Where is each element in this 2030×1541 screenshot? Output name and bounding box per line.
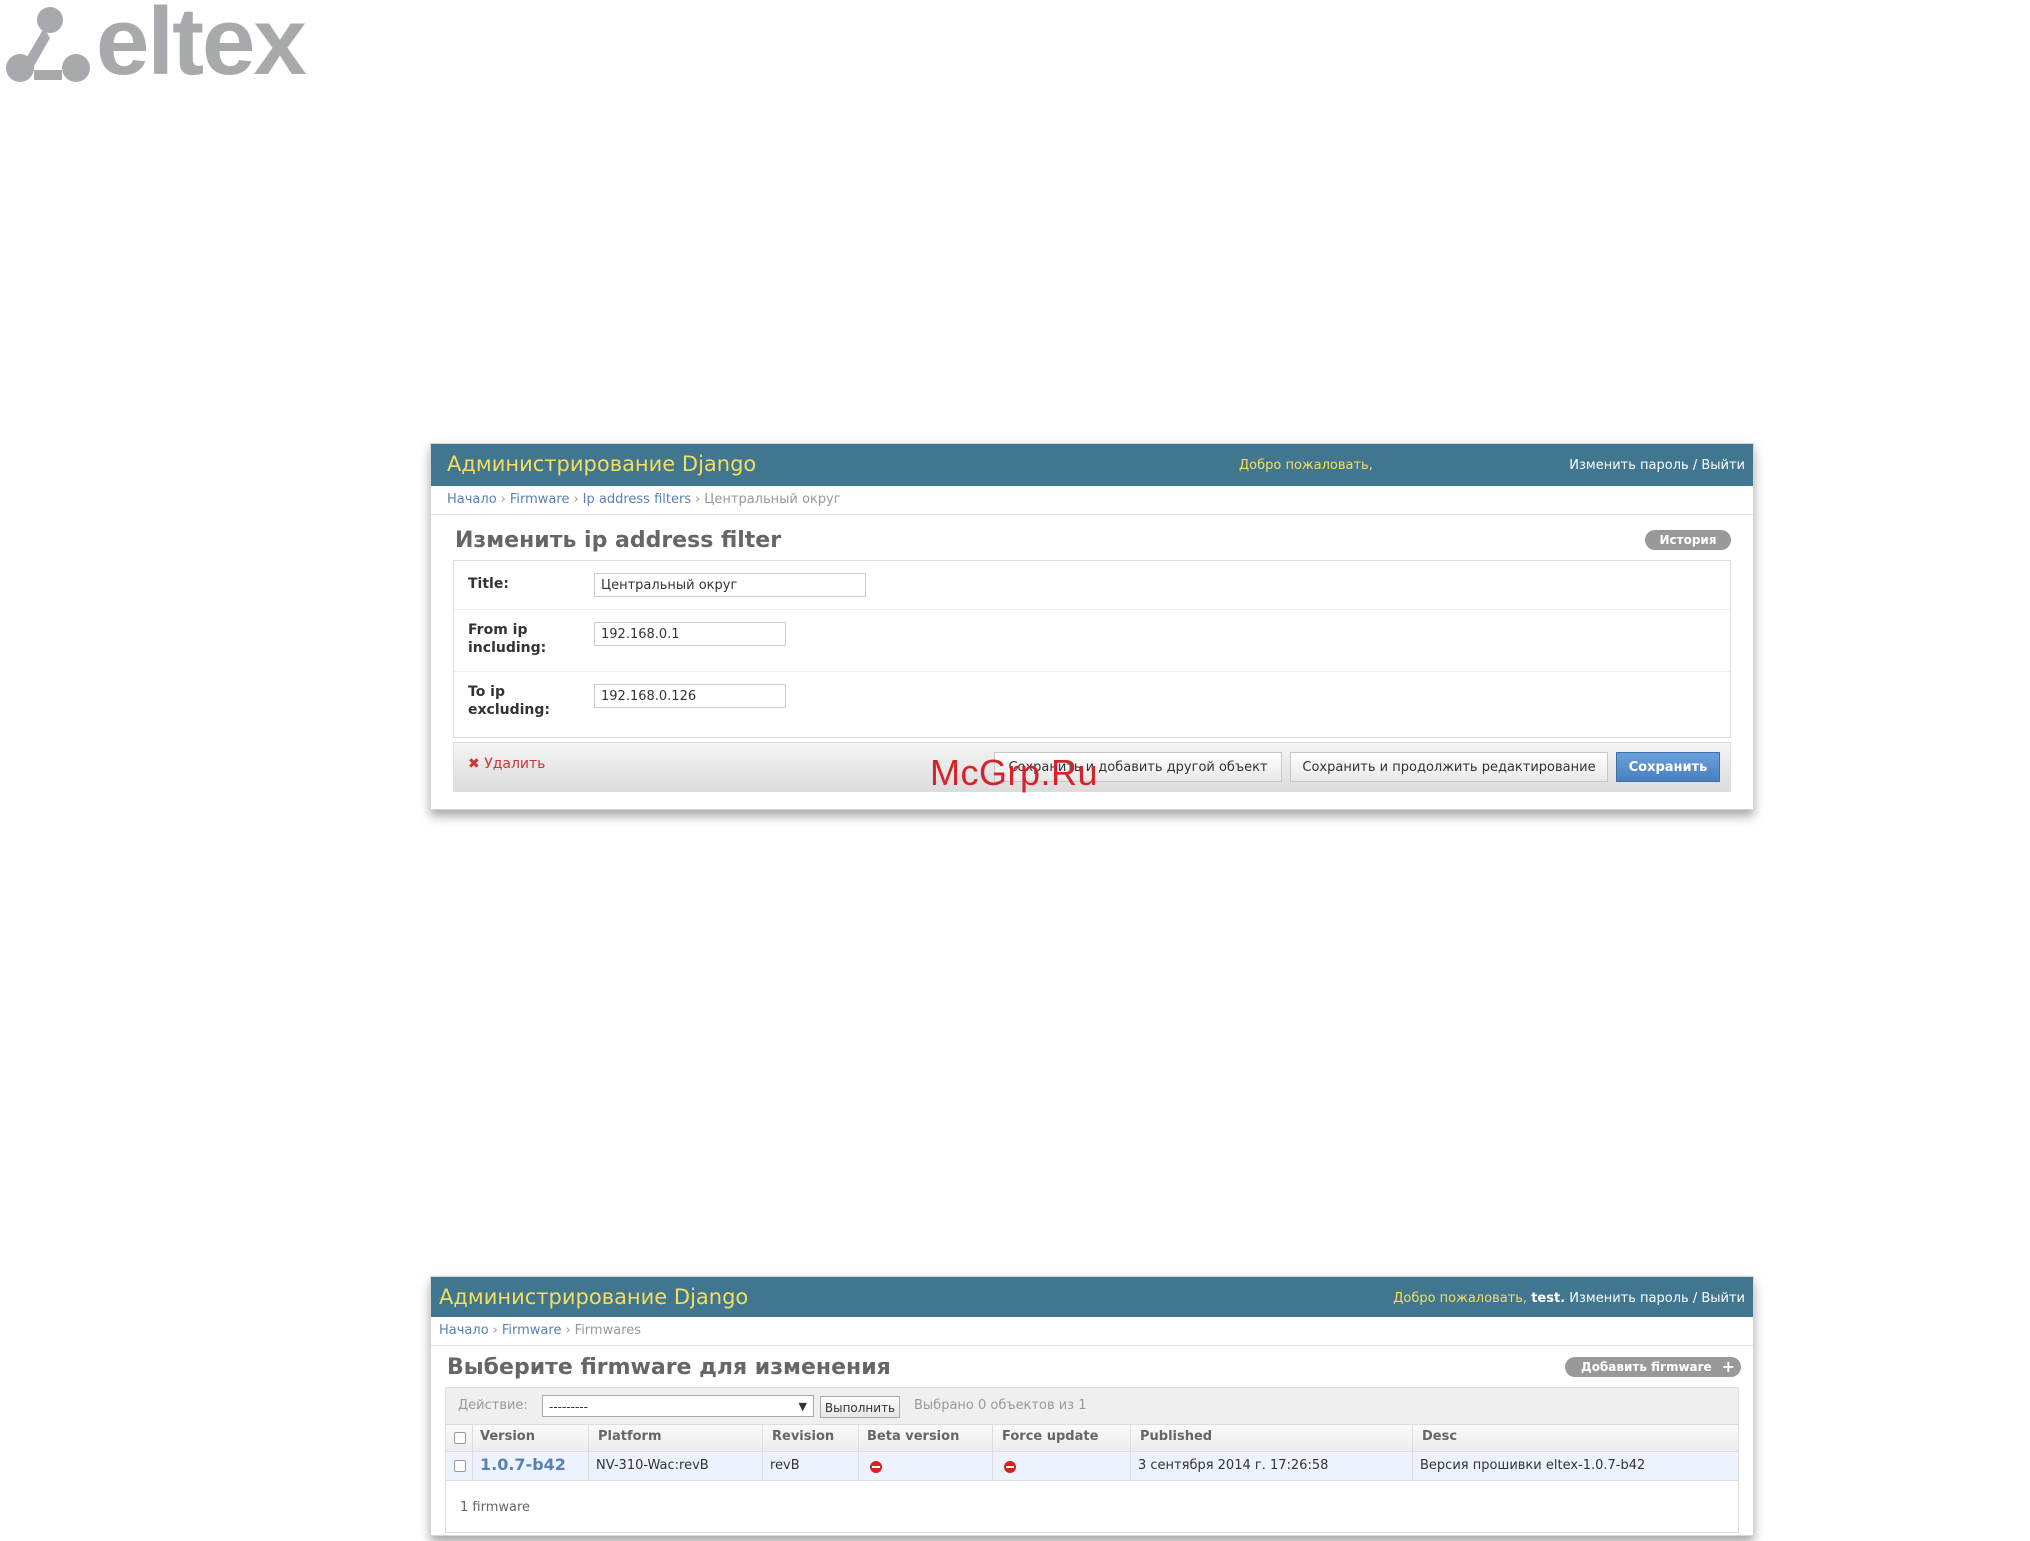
watermark: McGrp.Ru — [930, 752, 1099, 793]
column-desc[interactable]: Desc — [1422, 1429, 1457, 1444]
to-ip-label-line2: excluding: — [468, 702, 550, 718]
breadcrumb: Начало › Firmware › Ip address filters › Центр… — [431, 486, 1753, 515]
breadcrumb-current: Firmwares — [574, 1323, 642, 1338]
logout-link[interactable]: Выйти — [1701, 1291, 1745, 1306]
action-select-value: --------- — [549, 1400, 588, 1414]
from-ip-label: From ip including: — [468, 621, 546, 657]
user-tools: Изменить пароль / Выйти — [1569, 458, 1745, 473]
plus-icon: + — [1721, 1357, 1735, 1376]
form-row-from-ip: From ip including: 192.168.0.1 — [454, 609, 1730, 672]
column-version[interactable]: Version — [480, 1429, 535, 1444]
save-and-continue-button[interactable]: Сохранить и продолжить редактирование — [1290, 752, 1608, 782]
firmware-version-text: 1.0.7-b42 — [480, 1455, 566, 1474]
breadcrumb-separator: › — [573, 492, 579, 507]
breadcrumb-separator: › — [565, 1323, 571, 1338]
from-ip-label-line1: From ip — [468, 622, 528, 638]
actions-bar: Действие: --------- ▼ Выполнить Выбрано … — [446, 1388, 1738, 1425]
table-row: 1.0.7-b42 NV-310-Wac:revB revB 3 сентябр… — [446, 1452, 1738, 1481]
column-platform[interactable]: Platform — [598, 1429, 662, 1444]
row-checkbox[interactable] — [454, 1460, 466, 1472]
delete-link[interactable]: ✖ Удалить — [468, 756, 545, 772]
breadcrumb-home[interactable]: Начало — [439, 1323, 489, 1338]
chevron-down-icon: ▼ — [798, 1400, 807, 1413]
user-tools-separator: / — [1692, 1291, 1698, 1306]
table-header: Version Platform Revision Beta version F… — [446, 1425, 1738, 1452]
breadcrumb-home[interactable]: Начало — [447, 492, 497, 507]
admin-header: Администрирование Django Добро пожаловат… — [431, 444, 1753, 486]
column-divider — [858, 1425, 859, 1480]
revision-cell: revB — [770, 1458, 800, 1473]
column-divider — [1130, 1425, 1131, 1480]
breadcrumb-current: Центральный округ — [704, 492, 841, 507]
to-ip-input[interactable]: 192.168.0.126 — [594, 684, 786, 708]
username: test. — [1531, 1291, 1566, 1306]
form-row-title: Title: Центральный округ — [454, 561, 1730, 610]
breadcrumb-firmware[interactable]: Firmware — [502, 1323, 562, 1338]
selection-counter: Выбрано 0 объектов из 1 — [914, 1398, 1087, 1413]
from-ip-input[interactable]: 192.168.0.1 — [594, 622, 786, 646]
force-update-no-icon — [1004, 1461, 1016, 1473]
title-input[interactable]: Центральный округ — [594, 573, 866, 597]
breadcrumb-ip-address-filters[interactable]: Ip address filters — [583, 492, 691, 507]
eltex-logo: eltex — [0, 0, 370, 92]
title-label: Title: — [468, 576, 509, 592]
change-password-link[interactable]: Изменить пароль — [1569, 458, 1688, 473]
form-row-to-ip: To ip excluding: 192.168.0.126 — [454, 671, 1730, 735]
breadcrumb: Начало › Firmware › Firmwares — [431, 1317, 1753, 1346]
platform-cell: NV-310-Wac:revB — [596, 1458, 709, 1473]
column-beta-version[interactable]: Beta version — [867, 1429, 959, 1444]
select-all-checkbox[interactable] — [454, 1432, 466, 1444]
welcome-text: Добро пожаловать, — [1393, 1291, 1528, 1306]
column-divider — [1412, 1425, 1413, 1480]
action-select[interactable]: --------- ▼ — [542, 1395, 814, 1417]
admin-header: Администрирование Django Добро пожаловат… — [431, 1277, 1753, 1317]
add-firmware-button-label: Добавить firmware — [1581, 1360, 1712, 1374]
to-ip-label: To ip excluding: — [468, 683, 550, 719]
delete-icon: ✖ — [468, 756, 480, 772]
eltex-logo-text: eltex — [96, 0, 307, 95]
paginator: 1 firmware — [460, 1500, 531, 1515]
add-firmware-button[interactable]: Добавить firmware + — [1565, 1357, 1741, 1377]
to-ip-label-line1: To ip — [468, 684, 506, 700]
published-cell: 3 сентября 2014 г. 17:26:58 — [1138, 1458, 1329, 1473]
user-tools-separator: / — [1692, 458, 1698, 473]
breadcrumb-firmware[interactable]: Firmware — [510, 492, 570, 507]
eltex-logo-icon — [6, 7, 90, 82]
page-title: Выберите firmware для изменения — [447, 1355, 891, 1380]
breadcrumb-separator: › — [500, 492, 506, 507]
run-action-button[interactable]: Выполнить — [820, 1396, 900, 1418]
breadcrumb-separator: › — [492, 1323, 498, 1338]
history-button[interactable]: История — [1645, 530, 1731, 550]
column-divider — [992, 1425, 993, 1480]
column-published[interactable]: Published — [1140, 1429, 1212, 1444]
admin-site-title[interactable]: Администрирование Django — [447, 452, 756, 476]
column-divider — [472, 1425, 473, 1480]
column-divider — [588, 1425, 589, 1480]
changelist: Действие: --------- ▼ Выполнить Выбрано … — [445, 1387, 1739, 1533]
from-ip-label-line2: including: — [468, 640, 547, 656]
logout-link[interactable]: Выйти — [1701, 458, 1745, 473]
ip-filter-form: Title: Центральный округ From ip includi… — [453, 560, 1731, 738]
page-title: Изменить ip address filter — [455, 528, 782, 553]
admin-site-title[interactable]: Администрирование Django — [439, 1285, 748, 1309]
firmware-version-link[interactable]: 1.0.7-b42 — [480, 1455, 566, 1474]
column-divider — [762, 1425, 763, 1480]
user-tools: Добро пожаловать, test. Изменить пароль … — [1393, 1291, 1745, 1306]
firmware-list-panel: Администрирование Django Добро пожаловат… — [430, 1276, 1754, 1536]
beta-version-no-icon — [870, 1461, 882, 1473]
welcome-text: Добро пожаловать, — [1239, 458, 1373, 473]
action-label: Действие: — [458, 1398, 528, 1413]
save-button[interactable]: Сохранить — [1616, 752, 1720, 782]
delete-link-label: Удалить — [484, 756, 546, 772]
change-password-link[interactable]: Изменить пароль — [1569, 1291, 1688, 1306]
column-force-update[interactable]: Force update — [1002, 1429, 1098, 1444]
column-revision[interactable]: Revision — [772, 1429, 834, 1444]
desc-cell: Версия прошивки eltex-1.0.7-b42 — [1420, 1458, 1646, 1473]
breadcrumb-separator: › — [695, 492, 701, 507]
